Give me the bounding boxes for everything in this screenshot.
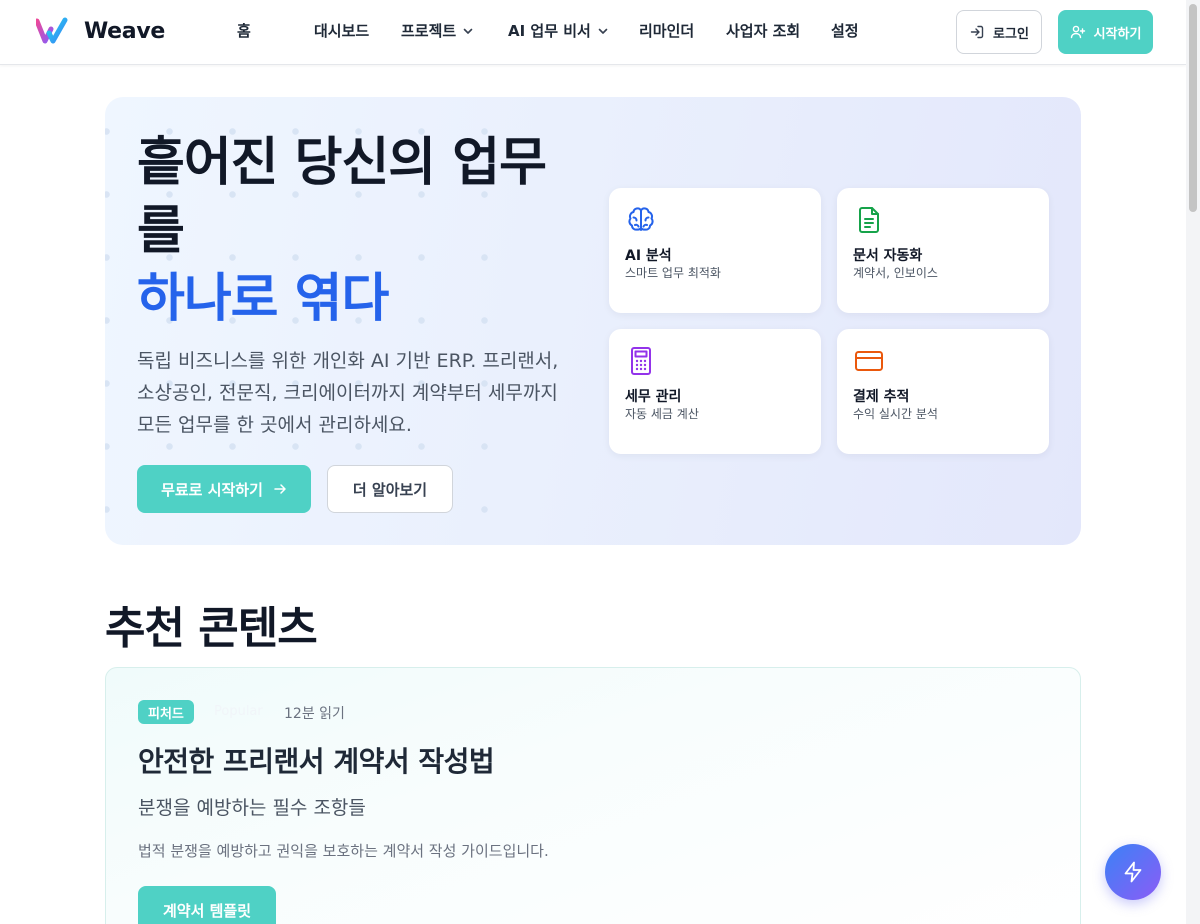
feature-card-payment[interactable]: 결제 추적 수익 실시간 분석 — [837, 329, 1049, 454]
learn-more-button[interactable]: 더 알아보기 — [327, 465, 453, 513]
nav-business-lookup[interactable]: 사업자 조회 — [726, 20, 800, 41]
category-badge: Popular — [214, 704, 263, 719]
brain-icon — [628, 207, 654, 231]
nav-settings[interactable]: 설정 — [831, 20, 859, 41]
login-button[interactable]: 로그인 — [956, 10, 1042, 54]
nav-projects[interactable]: 프로젝트 — [401, 20, 474, 41]
card-subtitle: 분쟁을 예방하는 필수 조항들 — [138, 797, 366, 819]
nav-projects-label: 프로젝트 — [401, 22, 457, 40]
start-button[interactable]: 시작하기 — [1058, 10, 1153, 54]
hero-title: 흩어진 당신의 업무 를 하나로 엮다 — [137, 129, 567, 333]
calculator-icon — [631, 347, 651, 375]
feature-title: AI 분석 — [625, 248, 672, 264]
feature-title: 세무 관리 — [625, 389, 682, 405]
read-time: 12분 읽기 — [284, 706, 345, 722]
start-button-label: 시작하기 — [1093, 26, 1142, 42]
nav-reminder-label: 리마인더 — [639, 22, 695, 40]
start-free-button-label: 무료로 시작하기 — [161, 480, 263, 499]
card-title: 안전한 프리랜서 계약서 작성법 — [138, 745, 495, 778]
hero-description: 독립 비즈니스를 위한 개인화 AI 기반 ERP. 프리랜서, 소상공인, 전… — [137, 350, 559, 436]
hero-title-line1: 흩어진 당신의 업무 — [137, 133, 547, 193]
nav-ai-assistant-label: AI 업무 비서 — [508, 22, 591, 40]
scrollbar-thumb[interactable] — [1189, 4, 1197, 212]
hero-title-accent: 하나로 엮다 — [137, 269, 389, 329]
feature-subtitle: 수익 실시간 분석 — [853, 407, 938, 421]
featured-content-card[interactable]: 피처드 Popular 12분 읽기 안전한 프리랜서 계약서 작성법 분쟁을 … — [105, 667, 1081, 924]
login-icon — [970, 25, 984, 39]
login-button-label: 로그인 — [993, 26, 1029, 42]
learn-more-button-label: 더 알아보기 — [352, 480, 428, 499]
lightning-icon — [1124, 861, 1142, 883]
nav-dashboard-label: 대시보드 — [314, 22, 370, 40]
feature-subtitle: 자동 세금 계산 — [625, 407, 699, 421]
nav-ai-assistant[interactable]: AI 업무 비서 — [508, 20, 609, 41]
feature-title: 결제 추적 — [853, 389, 910, 405]
nav-reminder[interactable]: 리마인더 — [639, 20, 694, 41]
brand-name: Weave — [84, 18, 166, 44]
contract-template-button[interactable]: 계약서 템플릿 — [138, 886, 276, 924]
section-title: 추천 콘텐츠 — [105, 603, 318, 654]
feature-title: 문서 자동화 — [853, 248, 923, 264]
arrow-right-icon — [274, 484, 286, 494]
chevron-down-icon — [598, 28, 608, 34]
feature-subtitle: 계약서, 인보이스 — [853, 266, 938, 280]
card-description: 법적 분쟁을 예방하고 권익을 보호하는 계약서 작성 가이드입니다. — [138, 842, 549, 860]
start-free-button[interactable]: 무료로 시작하기 — [137, 465, 311, 513]
credit-card-icon — [855, 351, 883, 371]
top-navbar: Weave 홈 대시보드 프로젝트 AI 업무 비서 리마인더 사업자 조회 설… — [0, 0, 1186, 65]
weave-logo-icon — [36, 17, 68, 44]
feature-subtitle: 스마트 업무 최적화 — [625, 266, 721, 280]
nav-home-label: 홈 — [237, 22, 251, 40]
feature-card-ai-analysis[interactable]: AI 분석 스마트 업무 최적화 — [609, 188, 821, 313]
contract-template-button-label: 계약서 템플릿 — [162, 901, 252, 920]
document-icon — [859, 207, 879, 233]
brand-logo[interactable]: Weave — [36, 17, 165, 45]
user-plus-icon — [1070, 25, 1085, 39]
nav-dashboard[interactable]: 대시보드 — [314, 20, 369, 41]
chevron-down-icon — [463, 28, 473, 34]
feature-card-tax[interactable]: 세무 관리 자동 세금 계산 — [609, 329, 821, 454]
nav-business-lookup-label: 사업자 조회 — [726, 22, 801, 40]
feature-card-doc-automation[interactable]: 문서 자동화 계약서, 인보이스 — [837, 188, 1049, 313]
hero-title-line2: 를 — [137, 201, 185, 261]
page-scrollbar[interactable] — [1186, 0, 1200, 924]
nav-settings-label: 설정 — [831, 22, 859, 40]
hero-section: 흩어진 당신의 업무 를 하나로 엮다 독립 비즈니스를 위한 개인화 AI 기… — [105, 97, 1081, 545]
featured-badge: 피처드 — [138, 700, 194, 724]
ai-assistant-fab[interactable] — [1105, 844, 1161, 900]
nav-home[interactable]: 홈 — [237, 20, 251, 41]
